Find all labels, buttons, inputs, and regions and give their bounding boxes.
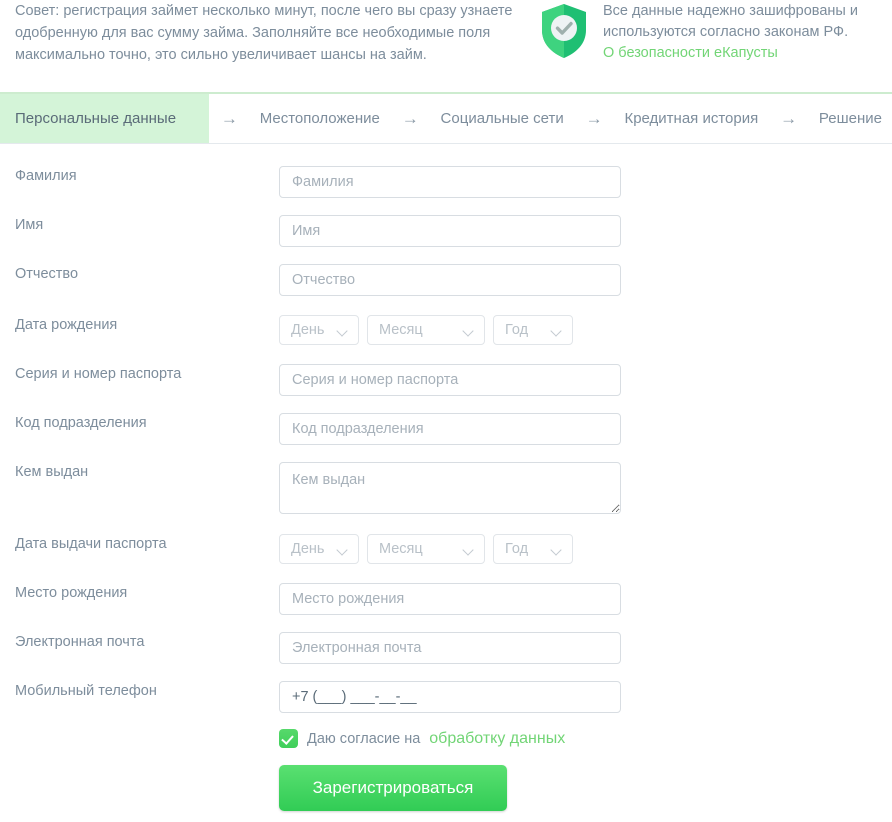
shield-check-icon <box>533 0 595 62</box>
registration-steps-tabs: Персональные данные → Местоположение → С… <box>0 92 892 144</box>
chevron-down-icon <box>338 545 347 554</box>
personal-data-form: Фамилия Имя Отчество Дата рождения День <box>0 144 892 811</box>
security-notice-text: Все данные надежно зашифрованы и использ… <box>603 0 858 64</box>
tab-personal-data[interactable]: Персональные данные <box>0 94 210 143</box>
chevron-down-icon <box>338 326 347 335</box>
issue-date-day-value: День <box>291 541 325 557</box>
issue-date-month-select[interactable]: Месяц <box>367 534 485 564</box>
row-birthplace: Место рождения <box>0 583 892 615</box>
field-birthdate: День Месяц Год <box>279 315 892 345</box>
chevron-down-icon <box>464 545 473 554</box>
firstname-input[interactable] <box>279 215 621 247</box>
label-surname: Фамилия <box>15 168 77 184</box>
field-patronymic <box>279 264 892 296</box>
row-submit: Зарегистрироваться <box>0 765 892 811</box>
birthdate-day-select[interactable]: День <box>279 315 359 345</box>
field-issue-date: День Месяц Год <box>279 534 892 564</box>
tab-location[interactable]: Местоположение <box>250 94 390 143</box>
field-issued-by <box>279 462 892 519</box>
issued-by-textarea[interactable] <box>279 462 621 514</box>
surname-input[interactable] <box>279 166 621 198</box>
field-passport-number <box>279 364 892 396</box>
birthdate-month-value: Месяц <box>379 322 423 338</box>
step-arrow-icon-2: → <box>401 108 419 128</box>
label-birthplace: Место рождения <box>15 585 128 601</box>
row-issued-by: Кем выдан <box>0 462 892 519</box>
birthplace-input[interactable] <box>279 583 621 615</box>
field-firstname <box>279 215 892 247</box>
birthdate-month-select[interactable]: Месяц <box>367 315 485 345</box>
step-arrow-icon-1: → <box>220 108 238 128</box>
row-subdivision-code: Код подразделения <box>0 413 892 445</box>
label-issued-by: Кем выдан <box>15 464 89 480</box>
label-subdivision-code: Код подразделения <box>15 415 147 431</box>
field-phone <box>279 681 892 713</box>
info-band: Совет: регистрация займет несколько мину… <box>0 0 892 90</box>
registration-tip-text: Совет: регистрация займет несколько мину… <box>15 3 513 63</box>
field-email <box>279 632 892 664</box>
step-arrow-icon-3: → <box>585 108 603 128</box>
row-phone: Мобильный телефон <box>0 681 892 713</box>
field-surname <box>279 166 892 198</box>
tab-decision[interactable]: Решение <box>809 94 892 143</box>
row-issue-date: Дата выдачи паспорта День Месяц Год <box>0 534 892 564</box>
consent-checkbox[interactable] <box>279 729 298 748</box>
row-firstname: Имя <box>0 215 892 247</box>
tab-social-networks[interactable]: Социальные сети <box>431 94 574 143</box>
birthdate-day-value: День <box>291 322 325 338</box>
field-subdivision-code <box>279 413 892 445</box>
row-surname: Фамилия <box>0 166 892 198</box>
tab-location-label: Местоположение <box>259 110 380 127</box>
chevron-down-icon <box>552 545 561 554</box>
tab-credit-history-label: Кредитная история <box>624 110 759 127</box>
issue-date-year-select[interactable]: Год <box>493 534 573 564</box>
tab-social-networks-label: Социальные сети <box>440 110 564 127</box>
passport-number-input[interactable] <box>279 364 621 396</box>
issue-date-month-value: Месяц <box>379 541 423 557</box>
field-consent: Даю согласие на обработку данных <box>279 729 892 748</box>
birthdate-year-value: Год <box>505 322 529 338</box>
label-phone: Мобильный телефон <box>15 683 157 699</box>
register-button[interactable]: Зарегистрироваться <box>279 765 507 811</box>
issue-date-day-select[interactable]: День <box>279 534 359 564</box>
data-processing-link[interactable]: обработку данных <box>429 730 565 748</box>
tab-decision-label: Решение <box>818 110 882 127</box>
label-passport-number: Серия и номер паспорта <box>15 366 182 382</box>
step-arrow-icon-4: → <box>780 108 798 128</box>
label-firstname: Имя <box>15 217 44 233</box>
subdivision-code-input[interactable] <box>279 413 621 445</box>
issue-date-year-value: Год <box>505 541 529 557</box>
patronymic-input[interactable] <box>279 264 621 296</box>
field-submit: Зарегистрироваться <box>279 765 892 811</box>
email-input[interactable] <box>279 632 621 664</box>
chevron-down-icon <box>464 326 473 335</box>
security-line-2: используются согласно законам РФ. <box>603 24 849 40</box>
field-birthplace <box>279 583 892 615</box>
security-line-1: Все данные надежно зашифрованы и <box>603 3 858 19</box>
issue-date-selects: День Месяц Год <box>279 534 892 564</box>
label-patronymic: Отчество <box>15 266 79 282</box>
chevron-down-icon <box>552 326 561 335</box>
row-passport-number: Серия и номер паспорта <box>0 364 892 396</box>
label-email: Электронная почта <box>15 634 145 650</box>
security-info-link[interactable]: О безопасности еКапусты <box>603 45 778 61</box>
phone-input[interactable] <box>279 681 621 713</box>
consent-block: Даю согласие на обработку данных <box>279 729 892 748</box>
row-birthdate: Дата рождения День Месяц Год <box>0 315 892 345</box>
row-patronymic: Отчество <box>0 264 892 296</box>
birthdate-year-select[interactable]: Год <box>493 315 573 345</box>
tab-credit-history[interactable]: Кредитная история <box>614 94 768 143</box>
row-consent: Даю согласие на обработку данных <box>0 729 892 748</box>
security-notice: Все данные надежно зашифрованы и использ… <box>533 0 883 64</box>
consent-label: Даю согласие на <box>307 730 421 747</box>
tab-personal-data-label: Персональные данные <box>15 110 177 127</box>
label-birthdate: Дата рождения <box>15 317 118 333</box>
row-email: Электронная почта <box>0 632 892 664</box>
label-issue-date: Дата выдачи паспорта <box>15 536 167 552</box>
birthdate-selects: День Месяц Год <box>279 315 892 345</box>
